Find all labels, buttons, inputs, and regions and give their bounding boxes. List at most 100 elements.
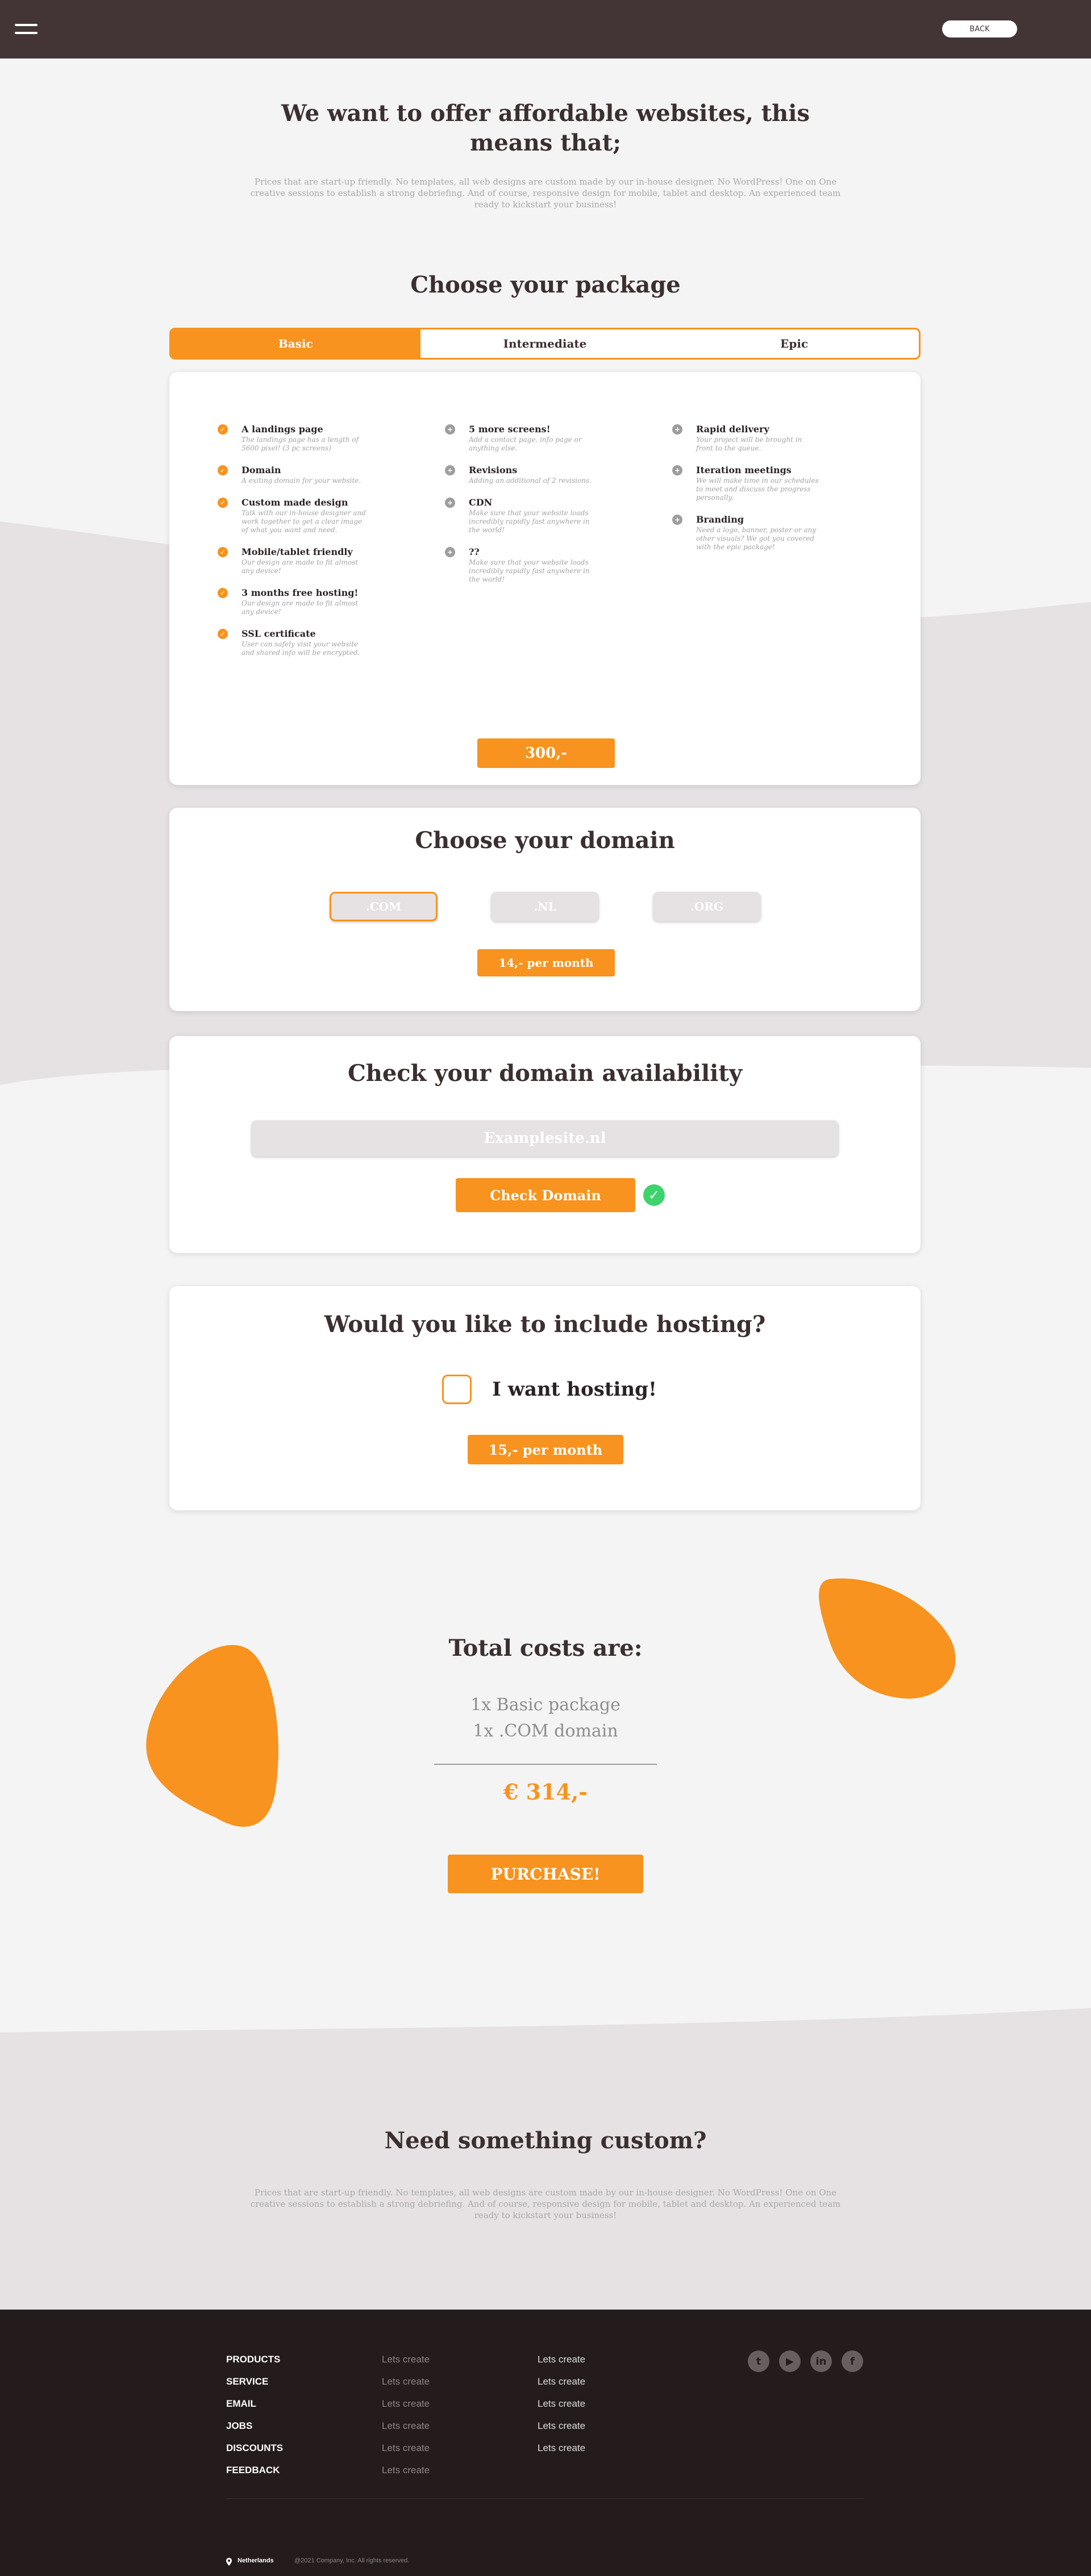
feature-column: ✓ A landings page The landings page has a …: [218, 423, 445, 669]
total-title: Total costs are:: [448, 1635, 643, 1661]
total-divider: [434, 1764, 657, 1765]
hosting-checkbox[interactable]: [442, 1375, 472, 1404]
domain-option-com[interactable]: .COM: [330, 892, 438, 921]
domain-search-input[interactable]: [251, 1120, 839, 1157]
footer-link-primary[interactable]: EMAIL: [226, 2398, 256, 2410]
feature-description: Add a contact page, info page or anythin…: [469, 436, 582, 452]
total-item-package: 1x Basic package: [470, 1695, 621, 1715]
footer-link[interactable]: Lets create: [382, 2420, 430, 2432]
plus-icon: +: [445, 424, 455, 435]
feature-item: ✓ Mobile/tablet friendly Our design are ma…: [218, 546, 445, 575]
total-item-domain: 1x .COM domain: [473, 1721, 618, 1741]
feature-item: ✓ SSL certificate User can safely visit yo…: [218, 628, 445, 657]
domain-option-org[interactable]: .ORG: [653, 892, 761, 921]
feature-item: +5 more screens! Add a contact page, info…: [445, 423, 672, 453]
plus-icon: +: [445, 465, 455, 475]
package-price-button[interactable]: 300,-: [477, 738, 615, 768]
tab-basic[interactable]: Basic: [171, 329, 420, 358]
footer-link[interactable]: Lets create: [538, 2420, 585, 2432]
feature-description: Your project will be brought in front to…: [696, 436, 802, 452]
feature-title: 3 months free hosting!: [241, 587, 359, 598]
tab-epic[interactable]: Epic: [669, 329, 919, 358]
youtube-icon[interactable]: ▶: [779, 2350, 801, 2372]
package-tabs: Basic Intermediate Epic: [169, 328, 921, 360]
plus-icon: +: [672, 424, 682, 435]
feature-description: Adding an additional of 2 revisions.: [469, 477, 592, 485]
feature-item: +?? Make sure that your website loads inc…: [445, 546, 672, 584]
footer-link[interactable]: Lets create: [538, 2443, 585, 2454]
feature-columns: ✓ A landings page The landings page has a …: [218, 423, 900, 669]
domain-card: Choose your domain .COM .NL .ORG 14,- pe…: [169, 808, 921, 1011]
check-domain-button[interactable]: Check Domain: [456, 1178, 635, 1212]
tab-intermediate[interactable]: Intermediate: [420, 329, 670, 358]
feature-description: A exiting domain for your website.: [241, 477, 361, 485]
feature-item: + Rapid delivery Your project will be brou…: [672, 423, 900, 453]
feature-title: Mobile/tablet friendly: [241, 546, 353, 557]
footer-link[interactable]: Lets create: [382, 2354, 430, 2365]
footer-link-primary[interactable]: FEEDBACK: [226, 2465, 280, 2476]
hosting-price-button[interactable]: 15,- per month: [468, 1435, 623, 1464]
feature-description: Talk with our in-house designer and work…: [241, 509, 366, 534]
twitter-icon[interactable]: t: [748, 2350, 769, 2372]
hosting-title: Would you like to include hosting?: [324, 1311, 766, 1338]
feature-title: 5 more screens!: [469, 424, 551, 435]
custom-title: Need something custom?: [384, 2127, 707, 2154]
purchase-button[interactable]: PURCHASE!: [448, 1855, 643, 1893]
footer-link-primary[interactable]: JOBS: [226, 2420, 252, 2432]
feature-title: Custom made design: [241, 497, 348, 508]
footer-divider: [226, 2498, 864, 2499]
total-amount: € 314,-: [503, 1779, 588, 1805]
grey-band-bottom: [0, 2008, 1091, 2312]
feature-description: Our design are made to fit almost any de…: [241, 599, 359, 616]
feature-description: We will make time in our schedules to me…: [696, 477, 819, 502]
hamburger-icon[interactable]: [15, 24, 38, 35]
package-card: ✓ A landings page The landings page has a …: [169, 372, 921, 785]
feature-title: Rapid delivery: [696, 424, 769, 435]
feature-title: Branding: [696, 514, 744, 525]
facebook-icon[interactable]: f: [842, 2350, 863, 2372]
footer-link[interactable]: Lets create: [538, 2376, 585, 2387]
feature-column: + Rapid delivery Your project will be brou…: [672, 423, 900, 669]
hosting-checkbox-label[interactable]: I want hosting!: [492, 1378, 657, 1401]
feature-description: Our design are made to fit almost any de…: [241, 558, 359, 575]
footer-link[interactable]: Lets create: [382, 2465, 430, 2476]
footer-link[interactable]: Lets create: [538, 2354, 585, 2365]
plus-icon: +: [672, 515, 682, 525]
intro-text: Prices that are start-up friendly. No te…: [250, 177, 841, 210]
custom-text: Prices that are start-up friendly. No te…: [250, 2187, 841, 2220]
feature-title: CDN: [469, 497, 493, 508]
feature-description: Need a logo, banner, poster or any other…: [696, 526, 817, 551]
feature-title: ??: [469, 546, 480, 557]
hosting-card: Would you like to include hosting? I wan…: [169, 1286, 921, 1510]
availability-card: Check your domain availability Check Dom…: [169, 1036, 921, 1253]
check-icon: ✓: [218, 588, 228, 598]
footer-link-primary[interactable]: SERVICE: [226, 2376, 268, 2387]
availability-title: Check your domain availability: [347, 1060, 743, 1087]
package-title: Choose your package: [410, 272, 681, 298]
check-icon: ✓: [218, 465, 228, 475]
feature-description: User can safely visit your website and s…: [241, 640, 360, 657]
back-button[interactable]: BACK: [942, 20, 1017, 37]
feature-title: A landings page: [241, 424, 323, 435]
check-icon: ✓: [218, 498, 228, 508]
footer-link-primary[interactable]: DISCOUNTS: [226, 2443, 283, 2454]
footer-link[interactable]: Lets create: [382, 2443, 430, 2454]
location-pin-icon: [226, 2557, 232, 2566]
footer-link[interactable]: Lets create: [382, 2398, 430, 2410]
footer-link[interactable]: Lets create: [382, 2376, 430, 2387]
check-icon: ✓: [218, 547, 228, 557]
feature-title: Domain: [241, 465, 281, 475]
feature-item: + Revisions Adding an additional of 2 revi…: [445, 464, 672, 485]
footer-link[interactable]: Lets create: [538, 2398, 585, 2410]
domain-option-nl[interactable]: .NL: [491, 892, 599, 921]
footer-link-primary[interactable]: PRODUCTS: [226, 2354, 280, 2365]
feature-title: Iteration meetings: [696, 465, 792, 475]
plus-icon: +: [672, 465, 682, 475]
linkedin-icon[interactable]: in: [810, 2350, 832, 2372]
feature-title: Revisions: [469, 465, 518, 475]
feature-column: +5 more screens! Add a contact page, info…: [445, 423, 672, 669]
intro-title: We want to offer affordable websites, th…: [281, 100, 810, 156]
feature-item: + CDN Make sure that your website loads in…: [445, 496, 672, 535]
domain-price-button[interactable]: 14,- per month: [477, 949, 615, 976]
feature-title: SSL certificate: [241, 628, 316, 639]
